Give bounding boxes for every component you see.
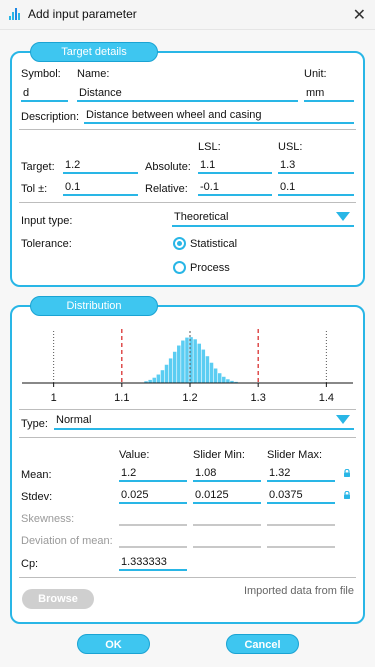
divider [19,577,356,578]
unit-field[interactable] [304,86,354,102]
value-column-header: Value: [119,449,150,461]
x-tick-label: 1 [51,392,57,404]
deviation-of-mean-value-field [119,532,187,548]
skewness-label: Skewness: [21,513,75,525]
relative-usl-field[interactable] [278,180,354,196]
imported-data-text: Imported data from file [243,585,354,597]
target-details-tab: Target details [30,42,158,62]
relative-label: Relative: [145,183,188,195]
distribution-type-value: Normal [56,414,92,426]
browse-button[interactable]: Browse [22,589,94,609]
close-icon[interactable]: ✕ [353,5,366,25]
window-title: Add input parameter [28,7,137,21]
dialog-footer: OK Cancel [0,630,375,667]
x-tick-label: 1.4 [319,392,334,404]
histogram-bar [222,376,226,383]
usl-label: USL: [278,141,303,153]
histogram-app-icon [9,8,20,20]
name-label: Name: [77,68,110,80]
stdev-value-field[interactable] [119,488,187,504]
histogram-bar [217,373,222,383]
histogram-bar [160,370,165,383]
histogram-bar [197,343,201,383]
tolerance-label: Tolerance: [21,238,72,250]
x-tick-label: 1.2 [182,392,197,404]
input-type-value: Theoretical [174,211,229,223]
tolerance-plusminus-label: Tol ±: [21,183,48,195]
stdev-label: Stdev: [21,491,53,503]
input-type-dropdown[interactable]: Theoretical [172,209,354,227]
histogram-bar [226,379,230,383]
process-radio-label: Process [190,262,230,274]
mean-slider-max-field[interactable] [267,466,335,482]
divider [19,129,356,130]
x-tick-label: 1.3 [251,392,266,404]
stdev-slider-min-field[interactable] [193,488,261,504]
mean-slider-min-field[interactable] [193,466,261,482]
skewness-slider-max-field [267,510,335,526]
skewness-value-field [119,510,187,526]
x-tick-label: 1.1 [114,392,129,404]
distribution-type-dropdown[interactable]: Normal [54,412,354,430]
statistical-radio[interactable] [173,237,186,250]
histogram-bar [209,362,214,383]
name-field[interactable] [77,86,298,102]
description-field[interactable] [84,108,354,124]
stdev-slider-max-field[interactable] [267,488,335,504]
tolerance-field[interactable] [63,180,138,196]
chevron-down-icon [336,212,350,221]
histogram-bar [164,364,169,383]
histogram-bar [205,356,210,383]
chevron-down-icon [336,415,350,424]
target-details-panel: Target details Symbol: Name: Unit: Descr… [10,42,365,287]
unit-label: Unit: [304,68,327,80]
cancel-button[interactable]: Cancel [226,634,299,654]
distribution-tab: Distribution [30,296,158,316]
histogram-bar [177,345,181,383]
distribution-panel: Distribution 1 1.1 1.2 1.3 1.4 Type: Normal … [10,296,365,624]
process-radio[interactable] [173,261,186,274]
symbol-label: Symbol: [21,68,61,80]
divider [19,437,356,438]
histogram-bar [172,351,177,383]
divider [19,409,356,410]
lock-icon[interactable] [343,469,351,477]
slider-min-column-header: Slider Min: [193,449,245,461]
histogram-bar [193,339,197,383]
histogram-bar [185,337,189,383]
histogram-bar [168,358,173,383]
mean-label: Mean: [21,469,52,481]
distribution-histogram-chart: 1 1.1 1.2 1.3 1.4 [20,319,357,407]
absolute-usl-field[interactable] [278,158,354,174]
relative-lsl-field[interactable] [198,180,272,196]
histogram-bar [213,368,218,383]
lsl-label: LSL: [198,141,221,153]
cp-label: Cp: [21,558,39,570]
deviation-of-mean-slider-max-field [267,532,335,548]
input-type-label: Input type: [21,215,73,227]
histogram-bar [201,349,206,383]
target-field[interactable] [63,158,138,174]
absolute-lsl-field[interactable] [198,158,272,174]
slider-max-column-header: Slider Max: [267,449,323,461]
type-label: Type: [21,418,48,430]
histogram-bar [181,340,185,383]
ok-button[interactable]: OK [77,634,150,654]
symbol-field[interactable] [21,86,68,102]
histogram-bar [156,374,161,383]
description-label: Description: [21,111,80,123]
deviation-of-mean-slider-min-field [193,532,261,548]
title-bar: Add input parameter ✕ [0,0,375,30]
lock-icon[interactable] [343,491,351,499]
statistical-radio-label: Statistical [190,238,238,250]
skewness-slider-min-field [193,510,261,526]
cp-field [119,555,187,571]
histogram-bar [152,377,156,383]
divider [19,202,356,203]
mean-value-field[interactable] [119,466,187,482]
target-label: Target: [21,161,55,173]
absolute-label: Absolute: [145,161,191,173]
deviation-of-mean-label: Deviation of mean: [21,535,113,547]
